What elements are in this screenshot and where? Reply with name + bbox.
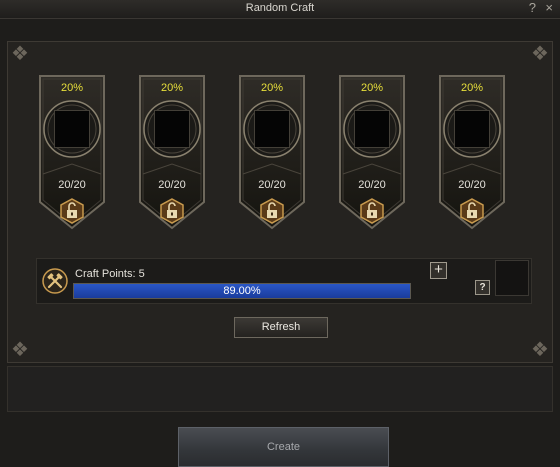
- title-bar: Random Craft ? ×: [0, 0, 560, 19]
- random-craft-window: Random Craft ? × ❖ ❖ ❖ ❖ 20% 20/20 20% 20/2…: [0, 0, 560, 467]
- slot-percent: 20%: [60, 82, 84, 94]
- unlocked-padlock-icon[interactable]: [459, 198, 485, 224]
- corner-ornament-icon: ❖: [11, 339, 29, 361]
- slot-item-box[interactable]: [254, 110, 290, 148]
- slot-count: 20/20: [358, 179, 386, 191]
- craft-slot: 20% 20/20: [138, 74, 206, 232]
- slot-item-box[interactable]: [154, 110, 190, 148]
- slot-item-box[interactable]: [54, 110, 90, 148]
- refresh-button[interactable]: Refresh: [234, 317, 328, 338]
- slot-percent: 20%: [260, 82, 284, 94]
- unlocked-padlock-icon[interactable]: [359, 198, 385, 224]
- unlocked-padlock-icon[interactable]: [159, 198, 185, 224]
- slot-percent: 20%: [360, 82, 384, 94]
- help-button[interactable]: ?: [529, 0, 536, 15]
- unlocked-padlock-icon[interactable]: [59, 198, 85, 224]
- corner-ornament-icon: ❖: [531, 339, 549, 361]
- unlocked-padlock-icon[interactable]: [259, 198, 285, 224]
- slot-item-box[interactable]: [454, 110, 490, 148]
- slot-count: 20/20: [158, 179, 186, 191]
- craft-slot: 20% 20/20: [338, 74, 406, 232]
- craft-slot: 20% 20/20: [438, 74, 506, 232]
- crossed-hammers-icon: [42, 268, 68, 294]
- corner-ornament-icon: ❖: [531, 43, 549, 65]
- craft-progress-bar: 89.00%: [73, 283, 411, 299]
- slot-count: 20/20: [458, 179, 486, 191]
- progress-text: 89.00%: [223, 285, 261, 297]
- window-title: Random Craft: [245, 2, 315, 14]
- add-craft-points-button[interactable]: +: [430, 262, 447, 279]
- craft-help-button[interactable]: ?: [475, 280, 490, 295]
- slot-item-box[interactable]: [354, 110, 390, 148]
- craft-slot: 20% 20/20: [38, 74, 106, 232]
- close-button[interactable]: ×: [545, 0, 553, 15]
- create-button[interactable]: Create: [178, 427, 389, 467]
- slot-percent: 20%: [160, 82, 184, 94]
- corner-ornament-icon: ❖: [11, 43, 29, 65]
- info-panel: [7, 366, 553, 412]
- craft-slot: 20% 20/20: [238, 74, 306, 232]
- slot-count: 20/20: [258, 179, 286, 191]
- slot-percent: 20%: [460, 82, 484, 94]
- craft-points-label: Craft Points: 5: [75, 268, 145, 280]
- slot-count: 20/20: [58, 179, 86, 191]
- result-item-slot[interactable]: [495, 260, 529, 296]
